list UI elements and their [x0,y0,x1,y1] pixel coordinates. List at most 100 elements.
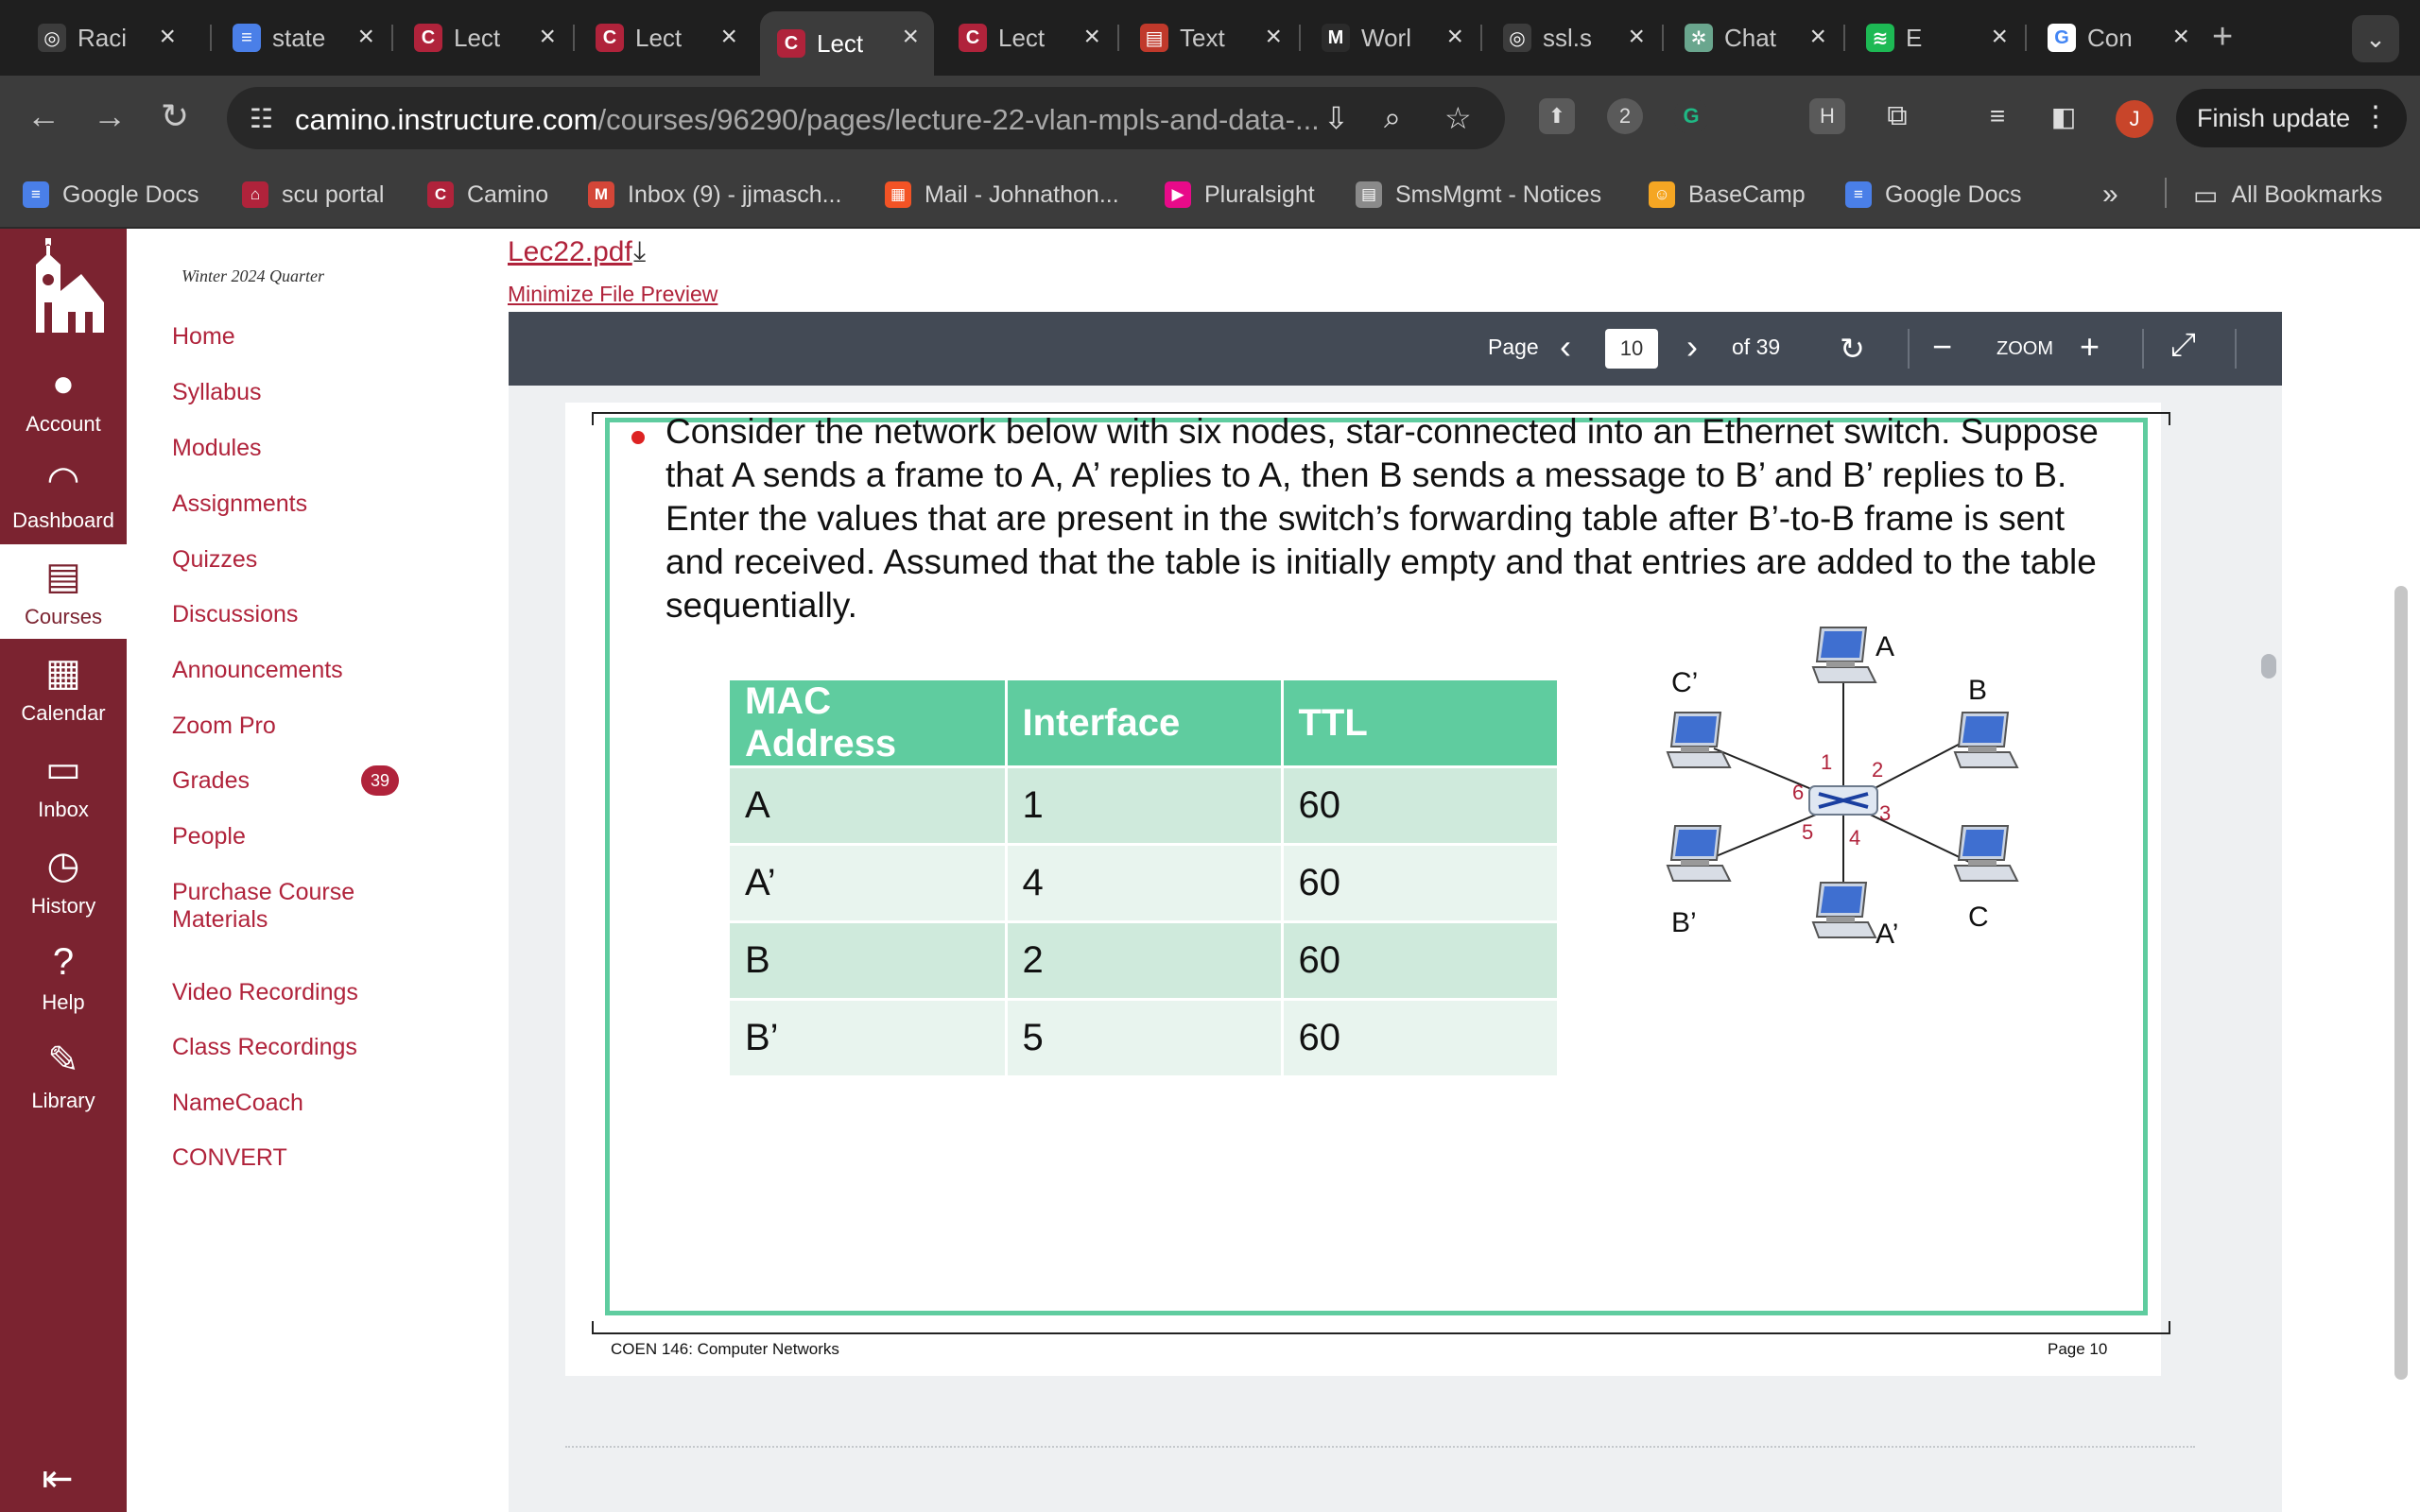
university-logo[interactable] [19,236,110,335]
global-nav-inbox[interactable]: ▭ Inbox [0,747,127,841]
course-nav-item[interactable]: Discussions [172,601,298,628]
media-controls-icon[interactable]: ≡ [1979,98,2015,134]
all-bookmarks-folder[interactable]: ▭ All Bookmarks [2193,178,2382,212]
bookmark-item[interactable]: M Inbox (9) - jjmasch... [588,178,841,212]
more-bookmarks-icon[interactable]: » [2102,178,2118,212]
page-number-input[interactable]: 10 [1605,329,1658,369]
extension-icon[interactable]: ⬆ [1539,98,1575,134]
close-tab-icon[interactable]: × [1083,21,1100,53]
new-tab-button[interactable]: + [2212,17,2233,58]
course-nav-item[interactable]: Home [172,323,235,351]
bookmark-item[interactable]: C Camino [427,178,548,212]
global-nav-account[interactable]: ● Account [0,361,127,455]
course-nav-item[interactable]: NameCoach [172,1090,303,1117]
close-tab-icon[interactable]: × [1809,21,1826,53]
back-button[interactable]: ← [26,96,60,136]
extension-h-icon[interactable]: H [1809,98,1845,134]
course-nav-item[interactable]: Purchase Course Materials [172,879,389,934]
page-scrollbar-thumb[interactable] [2394,586,2408,1380]
bookmark-item[interactable]: ▶ Pluralsight [1165,178,1315,212]
global-nav-dashboard[interactable]: ◠ Dashboard [0,457,127,552]
browser-tab[interactable]: ▤ Text × [1123,11,1297,64]
zoom-out-icon[interactable]: − [1932,327,1952,367]
close-tab-icon[interactable]: × [357,21,374,53]
close-tab-icon[interactable]: × [159,21,176,53]
course-nav-item[interactable]: CONVERT [172,1144,287,1172]
install-app-icon[interactable]: ⇩ [1323,100,1349,136]
collapse-nav-icon[interactable]: ⇤ [42,1457,74,1501]
bookmark-item[interactable]: ≡ Google Docs [23,178,199,212]
computer-icon [1953,712,2019,768]
course-nav-item[interactable]: Announcements [172,657,343,684]
address-bar[interactable]: ☷ camino.instructure.com/courses/96290/p… [227,87,1505,149]
course-nav-item[interactable]: Syllabus [172,379,262,406]
table-cell: B [730,921,1008,1001]
close-tab-icon[interactable]: × [902,21,919,53]
browser-tab[interactable]: G Con × [2031,11,2204,64]
bookmark-item[interactable]: ⌂ scu portal [242,178,384,212]
grammarly-icon[interactable]: G [1673,98,1709,134]
rotate-icon[interactable]: ↻ [1840,331,1865,367]
course-nav-item[interactable]: Zoom Pro [172,713,276,740]
global-nav-courses[interactable]: ▤ Courses [0,544,127,639]
global-nav-label: Library [31,1089,95,1112]
browser-tab[interactable]: ◎ Raci × [21,11,191,64]
course-nav-item[interactable]: Class Recordings [172,1034,357,1061]
finish-update-button[interactable]: Finish update ⋮ [2176,89,2407,147]
course-nav-item[interactable]: Video Recordings [172,979,358,1006]
reload-button[interactable]: ↻ [161,96,189,136]
toolbar-divider [2235,329,2237,369]
zoom-in-icon[interactable]: + [2080,327,2100,367]
profile-avatar[interactable]: J [2116,100,2153,138]
node-label: C [1968,902,1989,933]
browser-tab[interactable]: ✲ Chat × [1668,11,1841,64]
course-nav-item[interactable]: People [172,823,246,850]
close-tab-icon[interactable]: × [1265,21,1282,53]
close-tab-icon[interactable]: × [720,21,737,53]
global-nav-help[interactable]: ? Help [0,939,127,1034]
close-tab-icon[interactable]: × [2172,21,2189,53]
forward-button[interactable]: → [93,96,127,136]
course-nav-item[interactable]: Grades [172,767,250,795]
browser-tab[interactable]: ◎ ssl.s × [1486,11,1660,64]
tab-separator [573,25,575,51]
extensions-puzzle-icon[interactable]: ⧉ [1879,98,1915,134]
course-nav-item[interactable]: Modules [172,435,262,462]
global-nav-library[interactable]: ✎ Library [0,1038,127,1132]
bookmark-star-icon[interactable]: ☆ [1444,100,1472,136]
next-page-icon[interactable]: › [1686,327,1698,367]
bookmark-item[interactable]: ≡ Google Docs [1845,178,2022,212]
browser-tab[interactable]: ≡ state × [216,11,389,64]
table-cell: A’ [730,844,1008,923]
browser-tab[interactable]: C Lect × [942,11,1115,64]
browser-tab[interactable]: C Lect × [397,11,571,64]
browser-tab[interactable]: M Worl × [1305,11,1478,64]
browser-tab[interactable]: C Lect × [760,11,934,76]
course-nav-item[interactable]: Quizzes [172,546,257,574]
site-info-icon[interactable]: ☷ [250,103,273,134]
download-icon[interactable]: ⤓ [633,236,646,268]
close-tab-icon[interactable]: × [1628,21,1645,53]
previous-page-icon[interactable]: ‹ [1560,327,1571,367]
minimize-file-preview-link[interactable]: Minimize File Preview [508,282,717,307]
course-nav-item[interactable]: Assignments [172,490,307,518]
extension-badge-icon[interactable]: 2 [1607,98,1643,134]
browser-tab[interactable]: C Lect × [579,11,752,64]
browser-tab[interactable]: ≋ E × [1849,11,2023,64]
zoom-icon[interactable]: ⌕ [1384,100,1401,136]
bookmark-item[interactable]: ☺ BaseCamp [1649,178,1806,212]
side-panel-icon[interactable]: ◧ [2046,98,2082,134]
pdf-scrollbar-thumb[interactable] [2261,654,2276,679]
bookmark-item[interactable]: ▤ SmsMgmt - Notices [1356,178,1601,212]
pdf-file-link[interactable]: Lec22.pdf [508,236,632,268]
textbook-icon: ▤ [1140,24,1168,52]
close-tab-icon[interactable]: × [1991,21,2008,53]
fullscreen-icon[interactable]: ⤢ [2170,327,2196,364]
tab-search-button[interactable]: ⌄ [2352,15,2399,62]
menu-dots-icon: ⋮ [2361,101,2390,132]
close-tab-icon[interactable]: × [1446,21,1463,53]
close-tab-icon[interactable]: × [539,21,556,53]
global-nav-history[interactable]: ◷ History [0,843,127,937]
bookmark-item[interactable]: ▦ Mail - Johnathon... [885,178,1119,212]
global-nav-calendar[interactable]: ▦ Calendar [0,650,127,745]
